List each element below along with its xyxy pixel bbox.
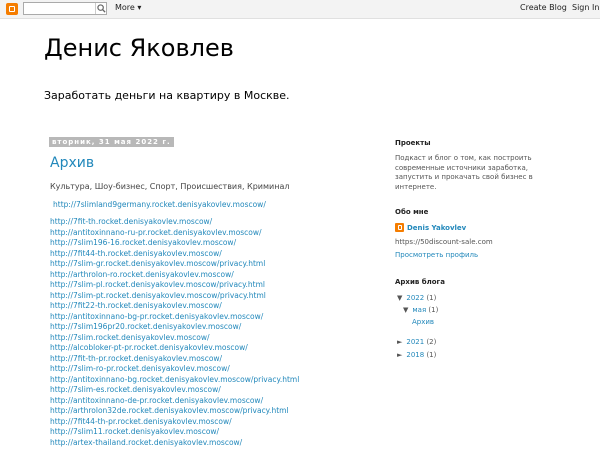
blog-title[interactable]: Денис Яковлев bbox=[44, 34, 234, 62]
view-profile-link[interactable]: Просмотреть профиль bbox=[395, 251, 478, 259]
blogger-profile-icon bbox=[395, 223, 404, 232]
archive-post-link[interactable]: Архив bbox=[412, 318, 434, 326]
archive-year-2018[interactable]: ► 2018 (1) bbox=[397, 351, 436, 359]
post-link[interactable]: http://7slim-pt.rocket.denisyakovlev.mos… bbox=[50, 291, 266, 300]
post-link[interactable]: http://7slim196pr20.rocket.denisyakovlev… bbox=[50, 322, 241, 331]
more-menu[interactable]: More ▾ bbox=[115, 3, 141, 12]
post-link[interactable]: http://7fit-th.rocket.denisyakovlev.mosc… bbox=[50, 217, 212, 226]
projects-description: Подкаст и блог о том, как построить совр… bbox=[395, 154, 533, 191]
archive-count: (1) bbox=[428, 306, 439, 314]
post-link[interactable]: http://7slim-gr.rocket.denisyakovlev.mos… bbox=[50, 259, 265, 268]
projects-heading: Проекты bbox=[395, 139, 431, 147]
post-link-list: http://7fit-th.rocket.denisyakovlev.mosc… bbox=[50, 217, 299, 448]
archive-count: (1) bbox=[426, 351, 437, 359]
post-link[interactable]: http://antitoxinnano-bg.rocket.denisyako… bbox=[50, 375, 299, 384]
archive-count: (2) bbox=[426, 338, 437, 346]
blog-description: Заработать деньги на квартиру в Москве. bbox=[44, 89, 290, 102]
archive-heading: Архив блога bbox=[395, 278, 445, 286]
expand-triangle-icon[interactable]: ► bbox=[397, 351, 402, 359]
post-link[interactable]: http://arthrolon32de.rocket.denisyakovle… bbox=[50, 406, 289, 415]
post-link[interactable]: http://7slimland9germany.rocket.denisyak… bbox=[53, 200, 266, 209]
post-title[interactable]: Архив bbox=[50, 155, 94, 171]
post-link[interactable]: http://7slim-pl.rocket.denisyakovlev.mos… bbox=[50, 280, 265, 289]
sign-in-link[interactable]: Sign In bbox=[572, 3, 599, 12]
profile-name-link[interactable]: Denis Yakovlev bbox=[407, 224, 466, 232]
post-link[interactable]: http://antitoxinnano-bg-pr.rocket.denisy… bbox=[50, 312, 263, 321]
post-labels: Культура, Шоу-бизнес, Спорт, Происшестви… bbox=[50, 182, 290, 191]
archive-year-2022[interactable]: ▼ 2022 (1) bbox=[397, 294, 436, 302]
post-link[interactable]: http://alcobloker-pt-pr.rocket.denisyako… bbox=[50, 343, 248, 352]
blogger-logo-icon[interactable] bbox=[6, 3, 18, 15]
post-link[interactable]: http://7slim-ro-pr.rocket.denisyakovlev.… bbox=[50, 364, 230, 373]
post-link[interactable]: http://antitoxinnano-ru-pr.rocket.denisy… bbox=[50, 228, 262, 237]
collapse-triangle-icon[interactable]: ▼ bbox=[403, 306, 408, 314]
post-link[interactable]: http://antitoxinnano-de-pr.rocket.denisy… bbox=[50, 396, 263, 405]
search-icon bbox=[97, 4, 106, 13]
archive-month-link[interactable]: мая bbox=[412, 306, 426, 314]
post-link[interactable]: http://7fit22-th.rocket.denisyakovlev.mo… bbox=[50, 301, 222, 310]
expand-triangle-icon[interactable]: ► bbox=[397, 338, 402, 346]
search-button[interactable] bbox=[95, 3, 106, 14]
archive-year-link[interactable]: 2022 bbox=[406, 294, 424, 302]
about-heading: Обо мне bbox=[395, 208, 429, 216]
blogger-navbar: More ▾ Create Blog Sign In bbox=[0, 0, 600, 19]
post-link[interactable]: http://7slim.rocket.denisyakovlev.moscow… bbox=[50, 333, 210, 342]
post-link[interactable]: http://artex-thailand.rocket.denisyakovl… bbox=[50, 438, 242, 447]
post-link[interactable]: http://7slim196-16.rocket.denisyakovlev.… bbox=[50, 238, 236, 247]
post-link[interactable]: http://7slim-es.rocket.denisyakovlev.mos… bbox=[50, 385, 221, 394]
archive-month-may[interactable]: ▼ мая (1) bbox=[403, 306, 438, 314]
archive-year-2021[interactable]: ► 2021 (2) bbox=[397, 338, 436, 346]
archive-count: (1) bbox=[426, 294, 437, 302]
post-link[interactable]: http://7fit-th-pr.rocket.denisyakovlev.m… bbox=[50, 354, 222, 363]
create-blog-link[interactable]: Create Blog bbox=[520, 3, 567, 12]
post-date-header: вторник, 31 мая 2022 г. bbox=[49, 137, 174, 147]
post-link[interactable]: http://7fit44-th.rocket.denisyakovlev.mo… bbox=[50, 249, 222, 258]
post-link[interactable]: http://arthrolon-ro.rocket.denisyakovlev… bbox=[50, 270, 234, 279]
collapse-triangle-icon[interactable]: ▼ bbox=[397, 294, 402, 302]
post-link[interactable]: http://7fit44-th-pr.rocket.denisyakovlev… bbox=[50, 417, 232, 426]
post-link[interactable]: http://7slim11.rocket.denisyakovlev.mosc… bbox=[50, 427, 219, 436]
archive-year-link[interactable]: 2018 bbox=[406, 351, 424, 359]
archive-year-link[interactable]: 2021 bbox=[406, 338, 424, 346]
profile-url: https://50discount-sale.com bbox=[395, 238, 493, 246]
